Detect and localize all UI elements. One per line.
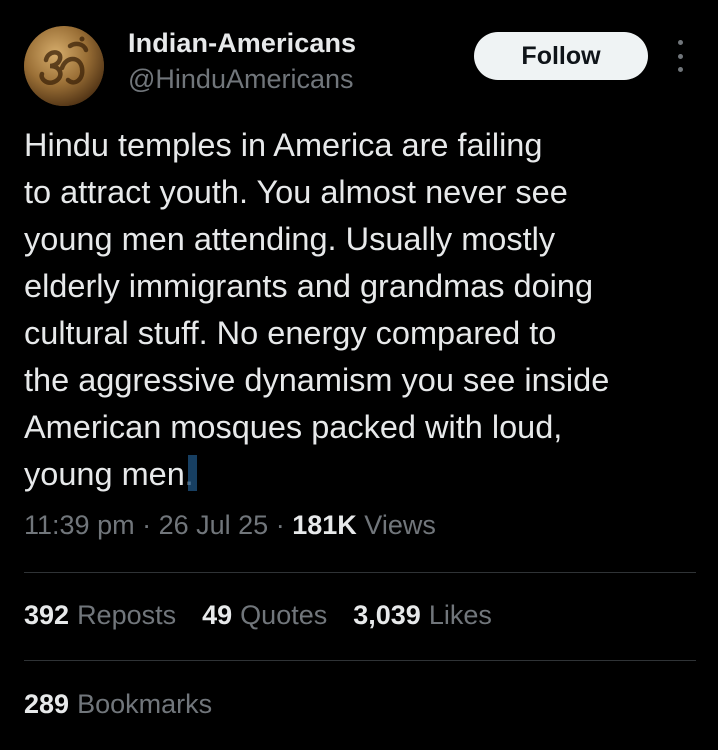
likes-label: Likes	[428, 600, 492, 630]
more-vertical-icon[interactable]	[672, 40, 688, 72]
om-symbol-icon	[24, 26, 104, 106]
bookmarks-label: Bookmarks	[77, 689, 213, 719]
avatar[interactable]	[24, 26, 104, 106]
likes-stat[interactable]: 3,039 Likes	[353, 600, 492, 631]
author-name[interactable]: Indian-Americans	[128, 28, 356, 59]
meta-separator: ·	[275, 510, 285, 540]
reposts-count: 392	[24, 600, 70, 630]
post-date[interactable]: 26 Jul 25	[159, 510, 269, 540]
likes-count: 3,039	[353, 600, 421, 630]
post-time[interactable]: 11:39 pm	[24, 510, 135, 540]
divider	[24, 660, 696, 661]
post-container: Indian-Americans @HinduAmericans Follow …	[0, 0, 718, 750]
text-cursor	[187, 455, 197, 491]
author-handle[interactable]: @HinduAmericans	[128, 64, 354, 95]
engagement-stats: 392 Reposts 49 Quotes 3,039 Likes	[24, 600, 492, 631]
more-dot	[677, 53, 683, 59]
bookmarks-count: 289	[24, 689, 70, 719]
post-text-content: Hindu temples in America are failing to …	[24, 127, 610, 492]
divider	[24, 572, 696, 573]
bookmarks-stat[interactable]: 289 Bookmarks	[24, 689, 212, 720]
quotes-label: Quotes	[240, 600, 328, 630]
reposts-label: Reposts	[77, 600, 177, 630]
quotes-stat[interactable]: 49 Quotes	[202, 600, 327, 631]
follow-button[interactable]: Follow	[474, 32, 648, 80]
views-label: Views	[364, 510, 436, 540]
reposts-stat[interactable]: 392 Reposts	[24, 600, 176, 631]
post-meta: 11:39 pm · 26 Jul 25 · 181K Views	[24, 510, 436, 541]
more-dot	[677, 40, 683, 45]
more-dot	[677, 67, 683, 72]
quotes-count: 49	[202, 600, 233, 630]
meta-separator: ·	[142, 510, 152, 540]
post-text: Hindu temples in America are failing to …	[24, 122, 694, 498]
views-count: 181K	[292, 510, 357, 540]
